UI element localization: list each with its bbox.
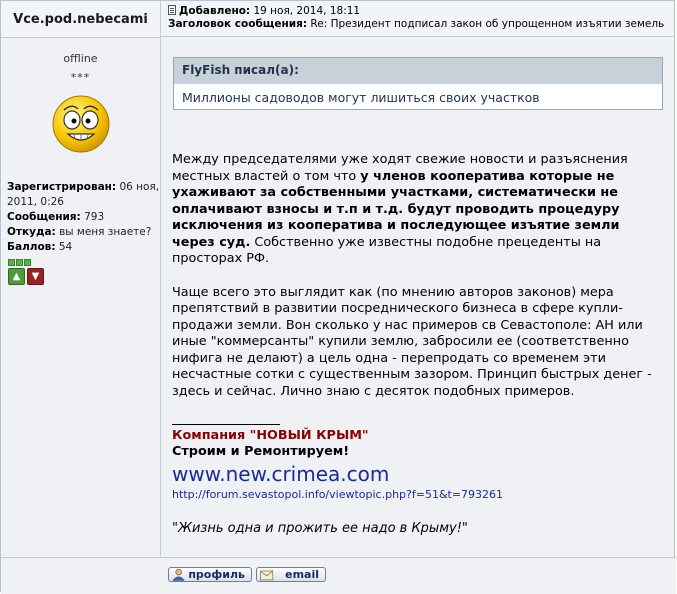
post-paragraph-1: Между председателями уже ходят свежие но… (172, 152, 628, 266)
registered-row: Зарегистрирован: 06 ноя, 2011, 0:26 (7, 181, 160, 208)
quote-block: FlyFish писал(а): Миллионы садоводов мог… (173, 57, 663, 110)
rep-dot (16, 259, 23, 266)
post-header: Добавлено: 19 ноя, 2014, 18:11 Заголовок… (161, 1, 674, 37)
reputation-bar (8, 259, 160, 266)
post-icon[interactable] (168, 5, 176, 15)
author-name[interactable]: Vce.pod.nebecami (13, 12, 148, 27)
rank-stars: *** (70, 71, 91, 84)
added-row: Добавлено: 19 ноя, 2014, 18:11 (168, 5, 674, 18)
signature-forum-link[interactable]: http://forum.sevastopol.info/viewtopic.p… (172, 488, 664, 502)
author-panel: Vce.pod.nebecami offline *** Зарегистрир… (1, 1, 161, 593)
avatar (1, 90, 160, 154)
subject-row: Заголовок сообщения: Re: Президент подпи… (168, 18, 665, 30)
post-content: Добавлено: 19 ноя, 2014, 18:11 Заголовок… (161, 1, 674, 593)
thumb-down-icon[interactable]: ▼ (27, 268, 44, 285)
from-row: Откуда: вы меня знаете? (7, 226, 152, 238)
thumb-up-icon[interactable]: ▲ (8, 268, 25, 285)
online-status: offline (63, 52, 98, 65)
signature: Компания "НОВЫЙ КРЫМ" Строим и Ремонтиру… (172, 424, 664, 537)
points-row: Баллов: 54 (7, 241, 73, 253)
post-paragraph-2: Чаще всего это выглядит как (по мнению а… (172, 284, 652, 399)
signature-company: Компания "НОВЫЙ КРЫМ" (172, 428, 369, 443)
email-button[interactable]: email (256, 567, 326, 582)
envelope-icon (260, 570, 274, 580)
signature-divider (172, 424, 280, 425)
post-footer: профиль email (1, 557, 676, 594)
rep-dot (8, 259, 15, 266)
author-header: Vce.pod.nebecami (1, 1, 160, 38)
messages-row: Сообщения: 793 (7, 211, 105, 223)
quote-author: FlyFish писал(а): (174, 58, 662, 84)
signature-quote: "Жизнь одна и прожить ее надо в Крыму!" (172, 521, 468, 536)
user-icon (172, 568, 185, 581)
vote-buttons: ▲ ▼ (8, 268, 160, 285)
signature-site-link[interactable]: www.new.crimea.com (172, 462, 664, 486)
signature-slogan: Строим и Ремонтируем! (172, 444, 350, 459)
profile-button[interactable]: профиль (168, 567, 252, 582)
author-info: Зарегистрирован: 06 ноя, 2011, 0:26 Сооб… (7, 180, 160, 255)
smiley-avatar-icon (52, 95, 109, 153)
rep-dot (24, 259, 31, 266)
quote-text: Миллионы садоводов могут лишиться своих … (182, 90, 540, 105)
forum-post: Vce.pod.nebecami offline *** Зарегистрир… (0, 0, 676, 594)
post-body: Между председателями уже ходят свежие но… (172, 152, 664, 400)
